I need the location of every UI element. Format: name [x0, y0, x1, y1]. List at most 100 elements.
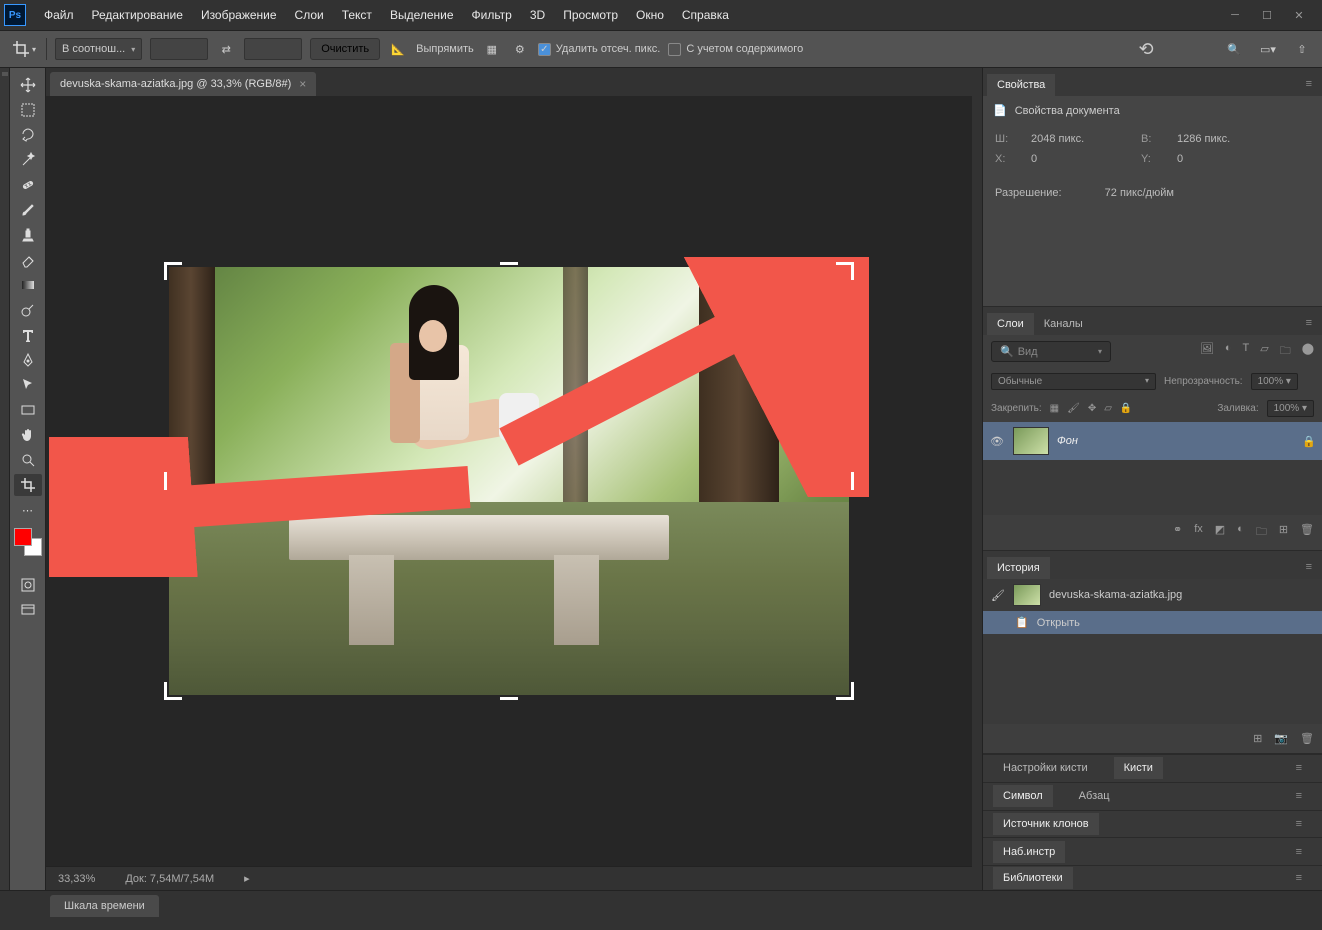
foreground-color[interactable]: [14, 528, 32, 546]
filter-shape-icon[interactable]: ▱: [1260, 342, 1268, 361]
screen-mode-tool[interactable]: [14, 599, 42, 621]
history-brush-icon[interactable]: 🖌: [991, 589, 1005, 602]
status-more-icon[interactable]: ▸: [244, 872, 250, 885]
layer-thumbnail[interactable]: [1013, 427, 1049, 455]
lock-icon[interactable]: 🔒: [1302, 435, 1316, 448]
lock-all-icon[interactable]: 🔒: [1120, 403, 1132, 414]
tab-paragraph[interactable]: Абзац: [1069, 785, 1120, 807]
dodge-tool[interactable]: [14, 299, 42, 321]
spot-healing-tool[interactable]: [14, 174, 42, 196]
document-tab[interactable]: devuska-skama-aziatka.jpg @ 33,3% (RGB/8…: [50, 72, 316, 96]
panel-menu-icon[interactable]: ≡: [1296, 311, 1322, 335]
color-picker[interactable]: [14, 528, 42, 556]
move-tool[interactable]: [14, 74, 42, 96]
filter-type-icon[interactable]: T: [1242, 342, 1249, 361]
fill-input[interactable]: 100% ▾: [1267, 400, 1314, 417]
zoom-level[interactable]: 33,33%: [58, 873, 95, 885]
hand-tool[interactable]: [14, 424, 42, 446]
zoom-tool[interactable]: [14, 449, 42, 471]
tab-clone-source[interactable]: Источник клонов: [993, 813, 1099, 835]
lasso-tool[interactable]: [14, 124, 42, 146]
menu-edit[interactable]: Редактирование: [84, 2, 191, 28]
gear-icon[interactable]: ⚙: [510, 39, 530, 59]
delete-pixels-checkbox[interactable]: ✓Удалить отсеч. пикс.: [538, 43, 661, 56]
tab-brush-settings[interactable]: Настройки кисти: [993, 757, 1098, 779]
rectangle-tool[interactable]: [14, 399, 42, 421]
tab-history[interactable]: История: [987, 557, 1050, 579]
menu-type[interactable]: Текст: [334, 2, 380, 28]
new-layer-icon[interactable]: ⊞: [1279, 523, 1288, 542]
menu-layer[interactable]: Слои: [287, 2, 332, 28]
fx-icon[interactable]: fx: [1194, 523, 1203, 542]
delete-icon[interactable]: 🗑: [1300, 732, 1314, 745]
viewport[interactable]: [46, 96, 972, 866]
aspect-ratio-dropdown[interactable]: В соотнош...▾: [55, 38, 142, 60]
snapshot-icon[interactable]: 📷: [1274, 732, 1288, 745]
straighten-icon[interactable]: 📐: [388, 39, 408, 59]
content-aware-checkbox[interactable]: С учетом содержимого: [668, 43, 803, 56]
menu-view[interactable]: Просмотр: [555, 2, 626, 28]
layer-background[interactable]: 👁 Фон 🔒: [983, 422, 1322, 460]
history-step-open[interactable]: 📋 Открыть: [983, 611, 1322, 634]
crop-tool[interactable]: [14, 474, 42, 496]
canvas-image[interactable]: [169, 267, 849, 695]
menu-window[interactable]: Окно: [628, 2, 672, 28]
menu-3d[interactable]: 3D: [522, 2, 553, 28]
left-collapsed-panel[interactable]: [0, 68, 10, 890]
brush-tool[interactable]: [14, 199, 42, 221]
tab-character[interactable]: Символ: [993, 785, 1053, 807]
menu-filter[interactable]: Фильтр: [464, 2, 520, 28]
visibility-icon[interactable]: 👁: [989, 435, 1005, 448]
tab-layers[interactable]: Слои: [987, 313, 1034, 335]
opacity-input[interactable]: 100% ▾: [1251, 373, 1298, 390]
adjustment-icon[interactable]: ◐: [1237, 523, 1244, 542]
menu-select[interactable]: Выделение: [382, 2, 462, 28]
share-icon[interactable]: ⇧: [1292, 39, 1312, 59]
swap-icon[interactable]: ⇄: [216, 39, 236, 59]
tab-timeline[interactable]: Шкала времени: [50, 895, 159, 917]
eraser-tool[interactable]: [14, 249, 42, 271]
link-layers-icon[interactable]: ⚭: [1173, 523, 1182, 542]
maximize-icon[interactable]: ☐: [1260, 8, 1274, 22]
close-tab-icon[interactable]: ×: [299, 77, 306, 91]
group-icon[interactable]: 🗀: [1256, 523, 1267, 542]
clone-stamp-tool[interactable]: [14, 224, 42, 246]
mask-icon[interactable]: ◩: [1215, 523, 1225, 542]
clear-button[interactable]: Очистить: [310, 38, 380, 60]
tab-tool-presets[interactable]: Наб.инстр: [993, 841, 1065, 863]
filter-image-icon[interactable]: 🖼: [1200, 342, 1214, 361]
panel-menu-icon[interactable]: ≡: [1286, 784, 1312, 808]
tab-brushes[interactable]: Кисти: [1114, 757, 1163, 779]
magic-wand-tool[interactable]: [14, 149, 42, 171]
path-selection-tool[interactable]: [14, 374, 42, 396]
close-icon[interactable]: ✕: [1292, 8, 1306, 22]
panel-menu-icon[interactable]: ≡: [1286, 840, 1312, 864]
crop-height-input[interactable]: [244, 38, 302, 60]
crop-width-input[interactable]: [150, 38, 208, 60]
lock-artboard-icon[interactable]: ▱: [1104, 403, 1112, 414]
menu-help[interactable]: Справка: [674, 2, 737, 28]
new-doc-icon[interactable]: ⊞: [1253, 732, 1262, 745]
filter-smart-icon[interactable]: 🗀: [1280, 342, 1291, 361]
tab-channels[interactable]: Каналы: [1034, 313, 1093, 335]
tab-properties[interactable]: Свойства: [987, 74, 1055, 96]
gradient-tool[interactable]: [14, 274, 42, 296]
lock-transparency-icon[interactable]: ▦: [1050, 403, 1059, 414]
quick-mask-tool[interactable]: [14, 574, 42, 596]
reset-icon[interactable]: ⟲: [1136, 39, 1156, 59]
filter-toggle-icon[interactable]: ⬤: [1302, 342, 1314, 361]
panel-menu-icon[interactable]: ≡: [1286, 866, 1312, 890]
history-snapshot[interactable]: 🖌 devuska-skama-aziatka.jpg: [983, 579, 1322, 611]
panel-menu-icon[interactable]: ≡: [1286, 812, 1312, 836]
panel-menu-icon[interactable]: ≡: [1296, 555, 1322, 579]
crop-tool-icon[interactable]: ▾: [10, 37, 38, 61]
menu-image[interactable]: Изображение: [193, 2, 285, 28]
edit-toolbar[interactable]: ⋯: [14, 499, 42, 521]
minimize-icon[interactable]: ─: [1228, 8, 1242, 22]
blend-mode-dropdown[interactable]: Обычные ▾: [991, 373, 1156, 390]
grid-icon[interactable]: ▦: [482, 39, 502, 59]
menu-file[interactable]: Файл: [36, 2, 82, 28]
marquee-tool[interactable]: [14, 99, 42, 121]
delete-icon[interactable]: 🗑: [1300, 523, 1314, 542]
filter-adjust-icon[interactable]: ◐: [1225, 342, 1232, 361]
